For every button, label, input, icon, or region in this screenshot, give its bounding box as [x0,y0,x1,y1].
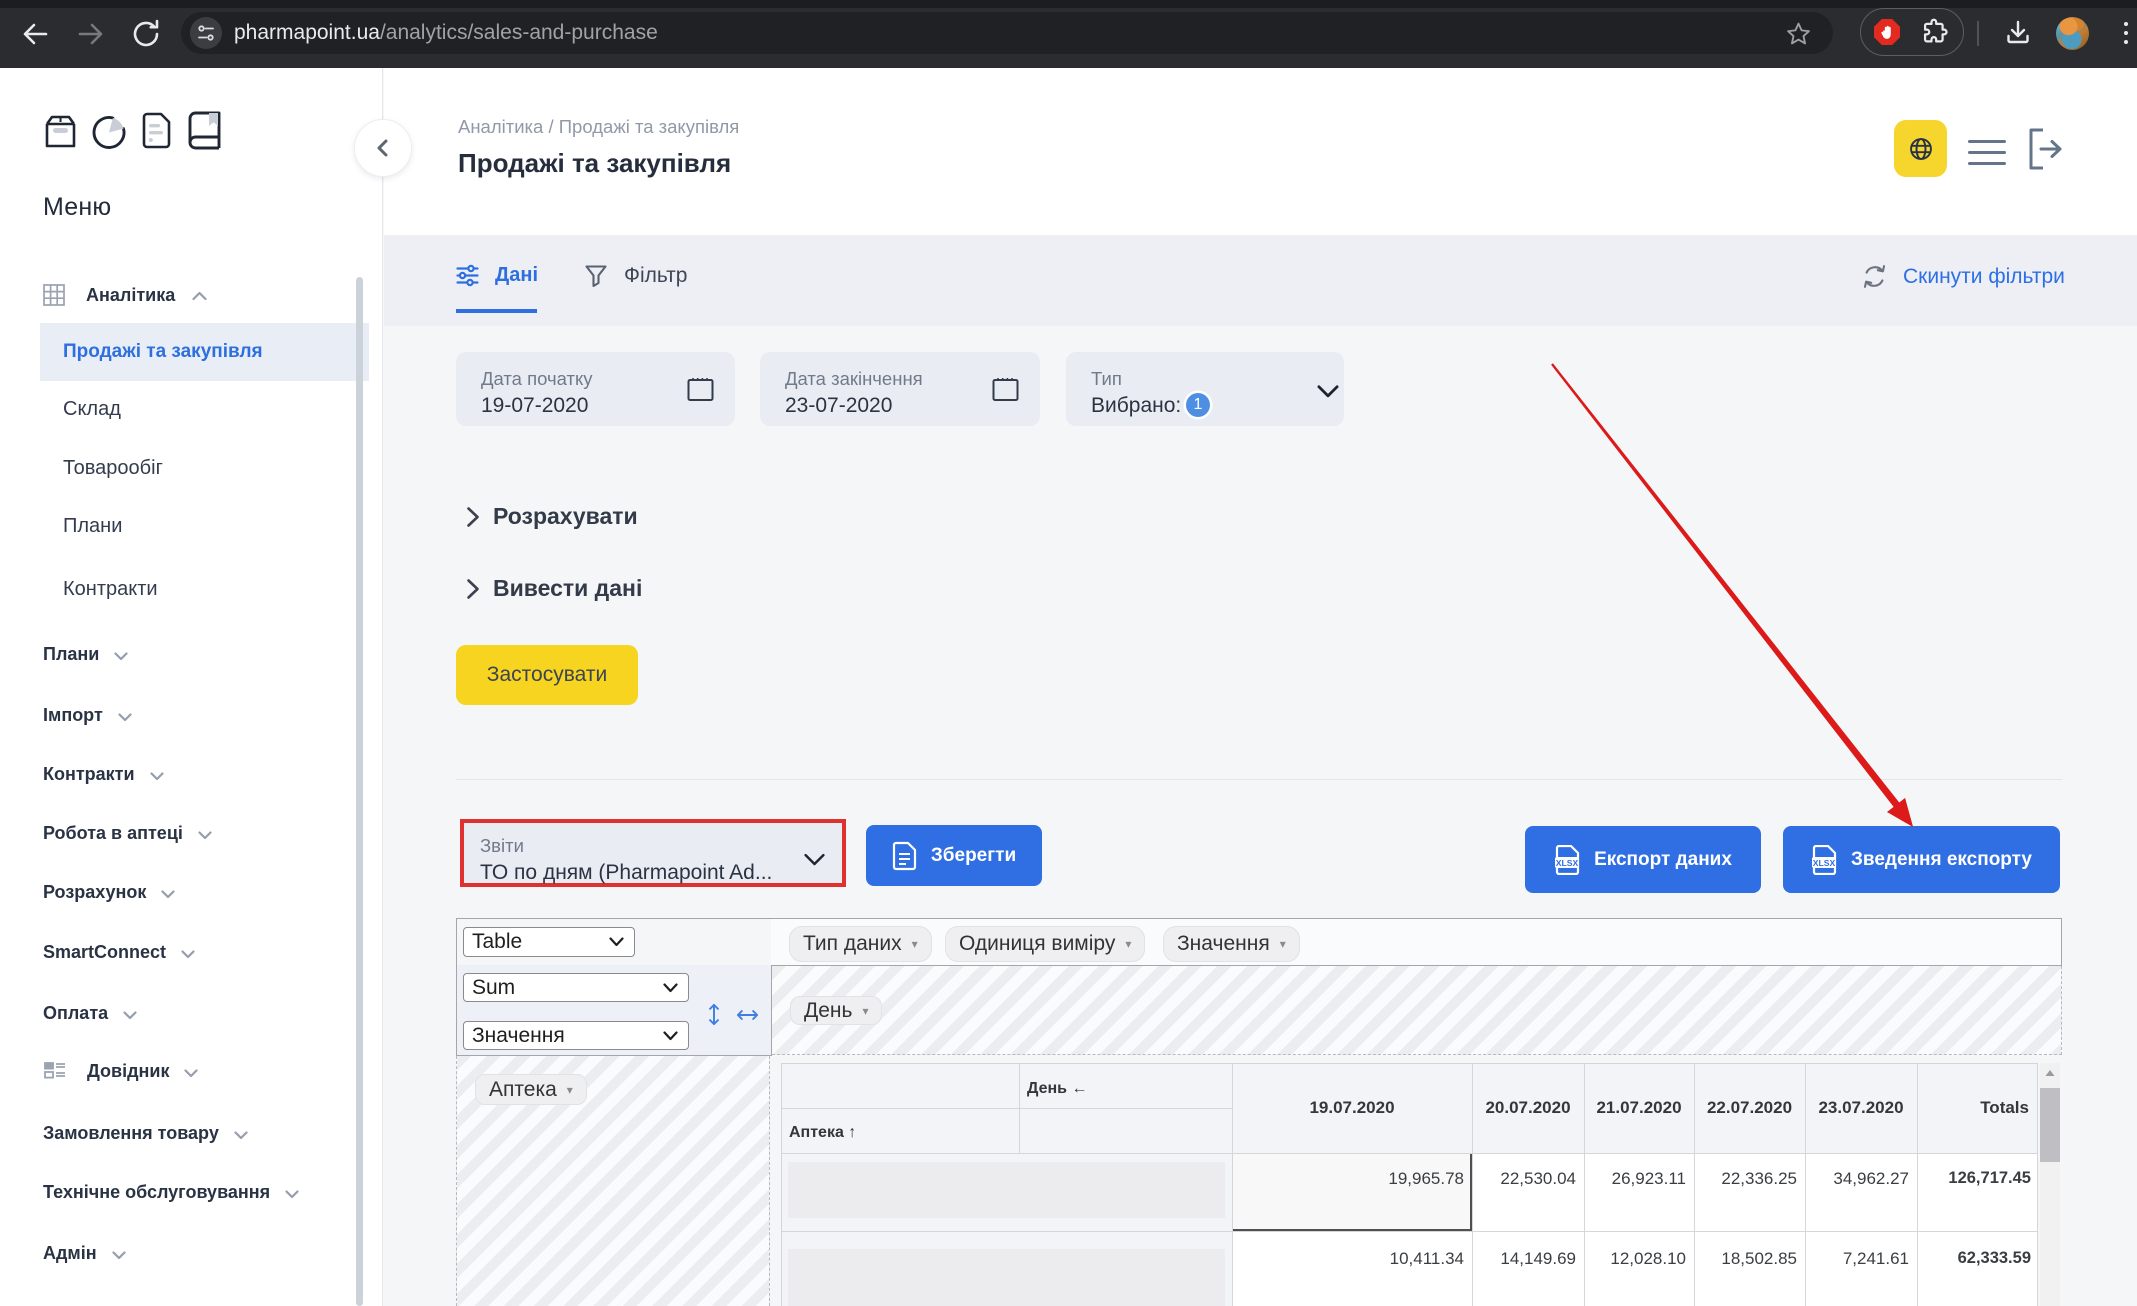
svg-text:XLSX: XLSX [1813,858,1836,868]
svg-text:XLSX: XLSX [1556,858,1579,868]
